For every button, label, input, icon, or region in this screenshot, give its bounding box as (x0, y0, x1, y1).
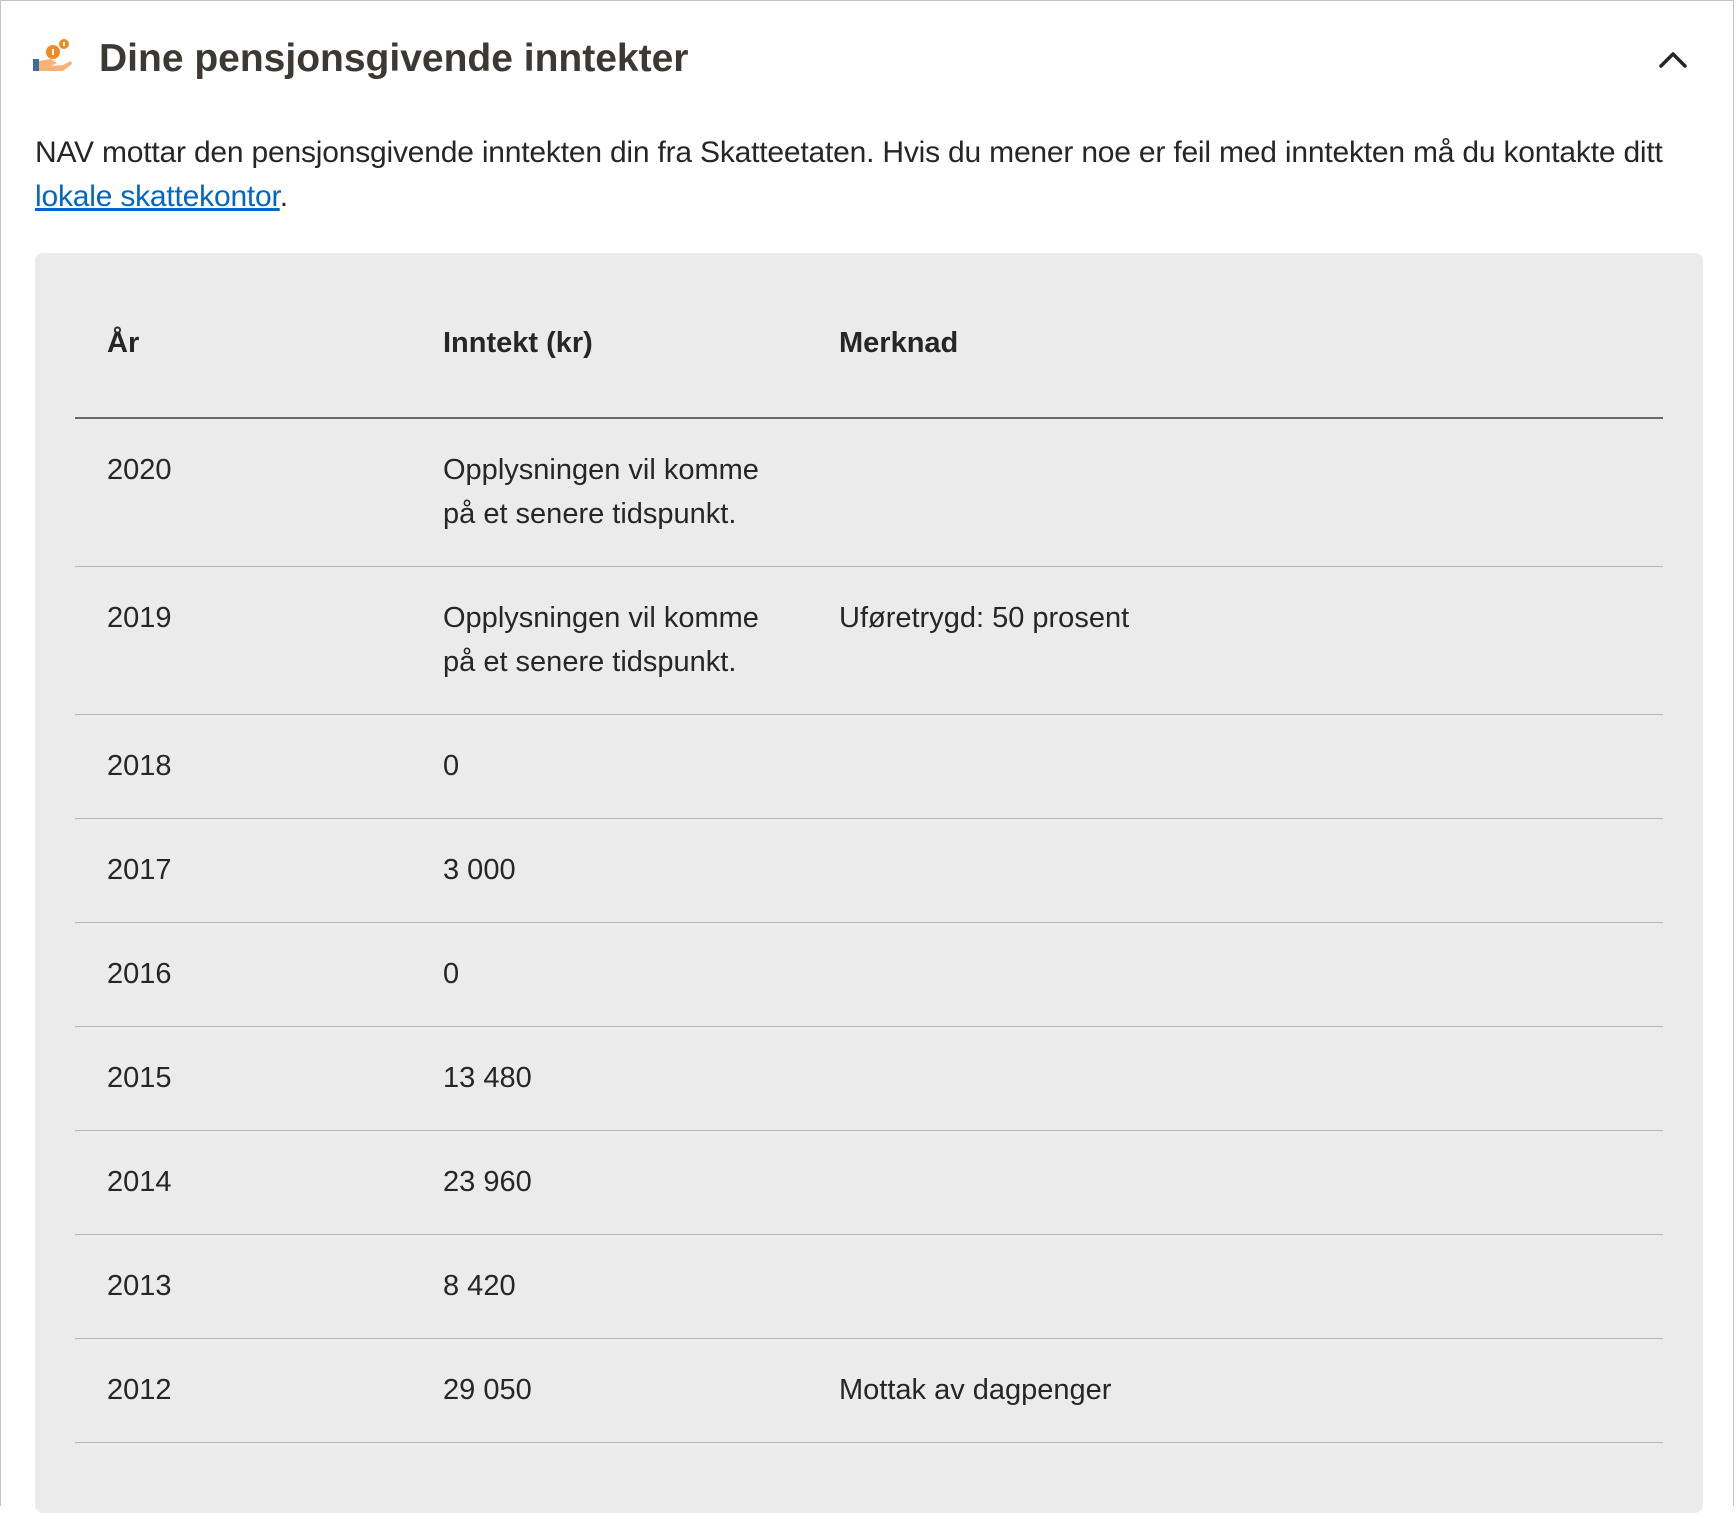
table-header-row: År Inntekt (kr) Merknad (75, 253, 1663, 419)
note-cell (807, 1026, 1663, 1131)
year-cell: 2020 (75, 418, 411, 567)
income-cell: 23 960 (411, 1130, 807, 1235)
income-cell: 0 (411, 922, 807, 1027)
year-cell: 2013 (75, 1234, 411, 1339)
note-cell (807, 714, 1663, 819)
year-cell: 2018 (75, 714, 411, 819)
table-row: 2020 Opplysningen vil komme på et senere… (75, 418, 1663, 567)
intro-text-start: NAV mottar den pensjonsgivende inntekten… (35, 136, 1663, 169)
panel-header-toggle[interactable]: Dine pensjonsgivende inntekter (1, 1, 1733, 121)
note-cell (807, 922, 1663, 1027)
local-tax-office-link[interactable]: lokale skattekontor (35, 180, 280, 213)
income-cell: 0 (411, 714, 807, 819)
panel-title: Dine pensjonsgivende inntekter (99, 37, 689, 80)
year-cell: 2016 (75, 922, 411, 1027)
table-row: 2012 29 050 Mottak av dagpenger (75, 1338, 1663, 1443)
table-row: 2015 13 480 (75, 1026, 1663, 1131)
year-cell: 2014 (75, 1130, 411, 1235)
year-cell: 2017 (75, 818, 411, 923)
note-cell (807, 818, 1663, 923)
income-panel: Dine pensjonsgivende inntekter NAV motta… (0, 0, 1734, 1513)
chevron-up-icon[interactable] (1655, 41, 1691, 77)
income-cell: 8 420 (411, 1234, 807, 1339)
column-header-year: År (75, 253, 411, 419)
income-cell: 13 480 (411, 1026, 807, 1131)
note-cell: Mottak av dagpenger (807, 1338, 1663, 1443)
column-header-note: Merknad (807, 253, 1663, 419)
table-row: 2018 0 (75, 714, 1663, 819)
income-cell: Opplysningen vil komme på et senere tids… (411, 566, 807, 715)
table-row: 2019 Opplysningen vil komme på et senere… (75, 566, 1663, 715)
year-cell: 2012 (75, 1338, 411, 1443)
table-row: 2014 23 960 (75, 1130, 1663, 1235)
note-cell (807, 1130, 1663, 1235)
column-header-income: Inntekt (kr) (411, 253, 807, 419)
table-row: 2016 0 (75, 922, 1663, 1027)
year-cell: 2019 (75, 566, 411, 715)
income-cell: 3 000 (411, 818, 807, 923)
note-cell: Uføretrygd: 50 prosent (807, 566, 1663, 715)
intro-text: NAV mottar den pensjonsgivende inntekten… (35, 131, 1715, 219)
income-cell: 29 050 (411, 1338, 807, 1443)
income-cell: Opplysningen vil komme på et senere tids… (411, 418, 807, 567)
coin-hand-icon (33, 39, 72, 71)
intro-text-end: . (279, 180, 288, 213)
income-table-container: År Inntekt (kr) Merknad 2020 Opplysninge… (35, 253, 1703, 1513)
table-row: 2013 8 420 (75, 1234, 1663, 1339)
year-cell: 2015 (75, 1026, 411, 1131)
note-cell (807, 1234, 1663, 1339)
table-row: 2017 3 000 (75, 818, 1663, 923)
note-cell (807, 418, 1663, 567)
income-table: År Inntekt (kr) Merknad 2020 Opplysninge… (75, 253, 1663, 1443)
